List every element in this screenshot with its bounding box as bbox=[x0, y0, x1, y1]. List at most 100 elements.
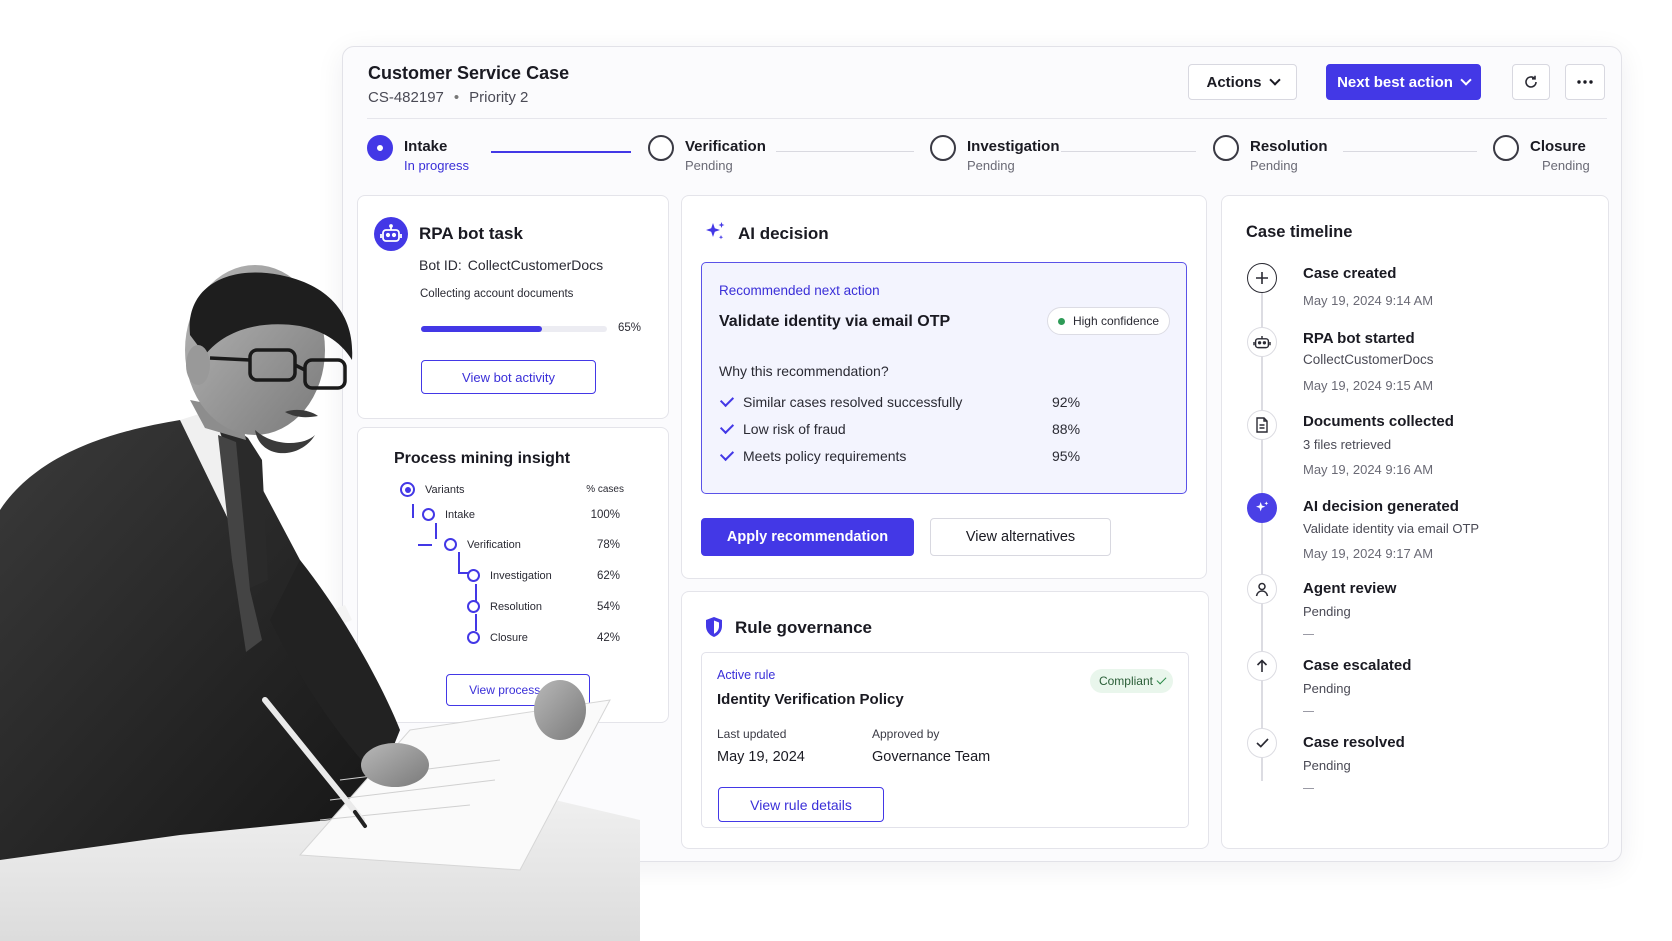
check-icon bbox=[719, 392, 735, 408]
check-icon bbox=[1247, 728, 1277, 758]
recommended-label: Recommended next action bbox=[719, 283, 880, 298]
timeline-event-time: May 19, 2024 9:15 AM bbox=[1303, 378, 1434, 393]
actions-label: Actions bbox=[1206, 73, 1262, 91]
last-updated-label: Last updated bbox=[717, 727, 787, 741]
timeline-event-title: Documents collected bbox=[1303, 413, 1454, 430]
step-status: In progress bbox=[404, 158, 470, 173]
timeline-event-time-empty bbox=[1303, 711, 1314, 712]
reason-item: Low risk of fraud bbox=[719, 419, 1079, 437]
robot-icon bbox=[1247, 327, 1277, 357]
step-connector bbox=[1343, 151, 1477, 152]
timeline-event-time: May 19, 2024 9:14 AM bbox=[1303, 293, 1434, 308]
step-connector bbox=[776, 151, 914, 152]
recommendation-box: Recommended next action Validate identit… bbox=[701, 262, 1187, 494]
view-rule-details-button[interactable]: View rule details bbox=[718, 787, 884, 822]
businessman-photo bbox=[0, 265, 640, 941]
reason-item: Similar cases resolved successfully bbox=[719, 392, 1079, 410]
confidence-label: High confidence bbox=[1072, 314, 1159, 328]
timeline-event-sub: Pending bbox=[1303, 758, 1351, 773]
step-resolution[interactable]: Resolution Pending bbox=[1213, 135, 1328, 173]
step-label: Closure bbox=[1530, 138, 1586, 155]
reason-pct: 92% bbox=[1052, 394, 1081, 410]
timeline-event-time-empty bbox=[1303, 634, 1314, 635]
refresh-button[interactable] bbox=[1512, 64, 1550, 100]
case-id: CS-482197 bbox=[368, 89, 444, 106]
timeline-event-sub: CollectCustomerDocs bbox=[1303, 352, 1434, 367]
step-label: Investigation bbox=[967, 138, 1060, 155]
status-dot-icon bbox=[1057, 317, 1065, 325]
rule-name: Identity Verification Policy bbox=[717, 691, 904, 708]
step-active-icon bbox=[367, 135, 393, 161]
step-verification[interactable]: Verification Pending bbox=[648, 135, 766, 173]
check-icon bbox=[719, 446, 735, 462]
compliance-badge: Compliant bbox=[1089, 669, 1173, 693]
next-best-action-button[interactable]: Next best action bbox=[1326, 64, 1481, 100]
more-options-button[interactable] bbox=[1565, 64, 1605, 100]
case-priority: Priority 2 bbox=[469, 89, 529, 106]
apply-recommendation-button[interactable]: Apply recommendation bbox=[701, 518, 914, 556]
actions-dropdown[interactable]: Actions bbox=[1188, 64, 1297, 100]
step-label: Intake bbox=[404, 138, 448, 155]
document-icon bbox=[1247, 410, 1277, 440]
step-investigation[interactable]: Investigation Pending bbox=[930, 135, 1060, 173]
active-rule-box: Active rule Identity Verification Policy… bbox=[701, 652, 1189, 828]
separator-dot: • bbox=[453, 89, 460, 106]
step-pending-icon bbox=[930, 135, 956, 161]
why-label: Why this recommendation? bbox=[719, 363, 889, 379]
chevron-down-icon bbox=[1268, 74, 1281, 86]
header-divider bbox=[367, 118, 1607, 119]
step-intake[interactable]: Intake In progress bbox=[367, 135, 469, 173]
robot-icon bbox=[374, 217, 408, 251]
timeline-title: Case timeline bbox=[1246, 223, 1353, 241]
timeline-event-title: Case resolved bbox=[1303, 734, 1405, 751]
timeline-event-time: May 19, 2024 9:17 AM bbox=[1303, 546, 1434, 561]
case-subtitle: CS-482197 • Priority 2 bbox=[368, 89, 528, 106]
check-icon bbox=[1156, 674, 1167, 685]
check-icon bbox=[719, 419, 735, 435]
ai-decision-card: AI decision Recommended next action Vali… bbox=[681, 195, 1207, 579]
step-pending-icon bbox=[1213, 135, 1239, 161]
step-connector bbox=[1061, 151, 1196, 152]
plus-circle-icon bbox=[1247, 263, 1277, 293]
timeline-event-sub: 3 files retrieved bbox=[1303, 437, 1392, 452]
timeline-event-title: Case escalated bbox=[1303, 657, 1412, 674]
rpa-card-title: RPA bot task bbox=[419, 224, 523, 243]
arrow-up-icon bbox=[1247, 651, 1277, 681]
rule-governance-card: Rule governance Active rule Identity Ver… bbox=[681, 591, 1209, 849]
approved-by-value: Governance Team bbox=[872, 749, 991, 765]
reason-text: Low risk of fraud bbox=[743, 421, 846, 437]
user-icon bbox=[1247, 574, 1277, 604]
view-alternatives-button[interactable]: View alternatives bbox=[930, 518, 1111, 556]
step-status: Pending bbox=[1542, 158, 1590, 173]
refresh-icon bbox=[1525, 75, 1537, 88]
case-title: Customer Service Case bbox=[368, 63, 570, 83]
sparkle-icon bbox=[706, 222, 725, 240]
reason-text: Similar cases resolved successfully bbox=[743, 394, 963, 410]
recommendation-text: Validate identity via email OTP bbox=[719, 313, 951, 330]
reason-item: Meets policy requirements bbox=[719, 446, 1079, 464]
confidence-badge: High confidence bbox=[1046, 307, 1170, 335]
step-label: Verification bbox=[685, 138, 766, 155]
timeline-event-title: Agent review bbox=[1303, 580, 1397, 597]
step-status: Pending bbox=[685, 158, 733, 173]
active-rule-label: Active rule bbox=[717, 668, 776, 682]
timeline-event-sub: Validate identity via email OTP bbox=[1303, 521, 1480, 536]
timeline-event-time: May 19, 2024 9:16 AM bbox=[1303, 462, 1434, 477]
step-pending-icon bbox=[1493, 135, 1519, 161]
timeline-event-sub: Pending bbox=[1303, 604, 1351, 619]
timeline-event-title: RPA bot started bbox=[1303, 330, 1415, 347]
reason-pct: 88% bbox=[1052, 421, 1081, 437]
timeline-event-sub: Pending bbox=[1303, 681, 1351, 696]
step-status: Pending bbox=[967, 158, 1015, 173]
case-timeline-card: Case timeline Case created May 19, 2024 … bbox=[1221, 195, 1609, 849]
step-closure[interactable]: Closure Pending bbox=[1493, 135, 1590, 173]
shield-icon bbox=[706, 617, 722, 637]
step-connector-done bbox=[491, 151, 631, 153]
step-pending-icon bbox=[648, 135, 674, 161]
reason-pct: 95% bbox=[1052, 448, 1081, 464]
last-updated-value: May 19, 2024 bbox=[717, 749, 805, 765]
timeline-event-time-empty bbox=[1303, 788, 1314, 789]
next-best-action-label: Next best action bbox=[1337, 73, 1453, 91]
compliance-label: Compliant bbox=[1098, 674, 1153, 688]
timeline-event-title: Case created bbox=[1303, 265, 1397, 282]
